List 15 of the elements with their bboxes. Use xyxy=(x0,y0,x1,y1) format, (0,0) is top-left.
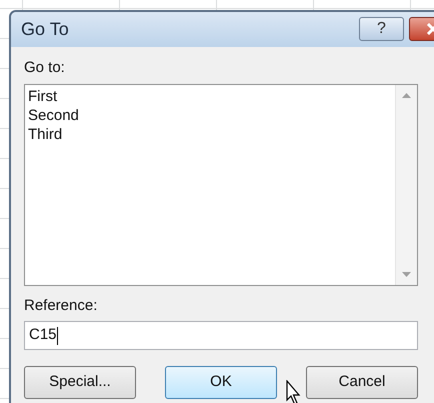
window-title: Go To xyxy=(21,18,70,41)
dialog-button[interactable]: Special... xyxy=(24,366,136,399)
reference-field[interactable]: C15 xyxy=(24,321,418,350)
scroll-down-icon[interactable] xyxy=(402,272,411,276)
dialog-button[interactable]: OK xyxy=(165,366,277,399)
field-label: Go to: xyxy=(24,58,65,78)
list-item[interactable]: First xyxy=(28,86,58,106)
help-button[interactable]: ? xyxy=(359,17,404,41)
list-item[interactable]: Second xyxy=(28,106,79,124)
scroll-bar[interactable] xyxy=(395,84,417,284)
scroll-up-icon[interactable] xyxy=(402,92,411,98)
field-label: Reference: xyxy=(24,296,98,316)
list-item[interactable]: Third xyxy=(28,124,62,144)
dialog-button[interactable]: Cancel xyxy=(306,366,418,399)
mouse-pointer-icon xyxy=(286,380,302,403)
